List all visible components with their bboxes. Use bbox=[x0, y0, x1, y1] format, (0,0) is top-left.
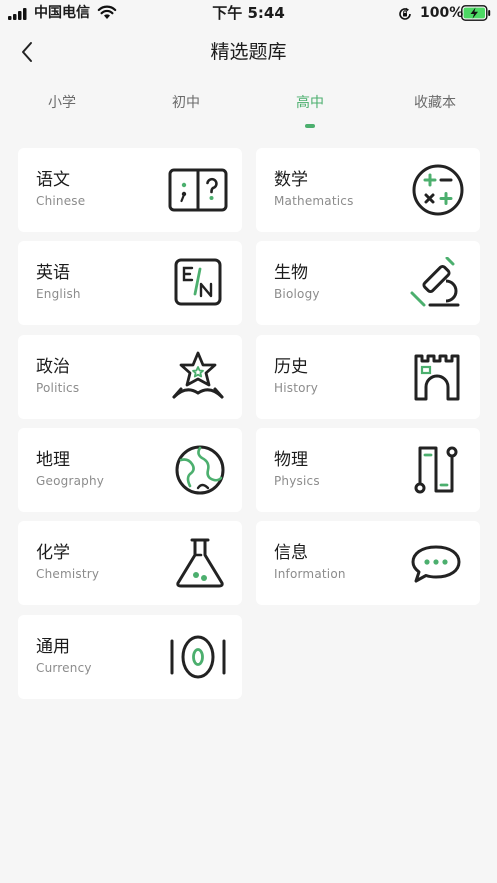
subject-name: 数学 bbox=[274, 170, 308, 190]
subject-english-name: Information bbox=[274, 567, 346, 581]
circuit-icon bbox=[414, 446, 458, 494]
tab-label: 小学 bbox=[48, 95, 76, 111]
coin-icon bbox=[170, 635, 226, 679]
tab-label: 高中 bbox=[296, 95, 324, 111]
level-tabs: 小学 初中 高中 收藏本 bbox=[0, 88, 497, 132]
subject-card-chemistry[interactable]: 化学 Chemistry bbox=[18, 521, 242, 605]
subject-card-politics[interactable]: 政治 Politics bbox=[18, 335, 242, 419]
star-emblem-icon bbox=[172, 351, 224, 399]
tab-favorites[interactable]: 收藏本 bbox=[373, 88, 497, 132]
subject-card-information[interactable]: 信息 Information bbox=[256, 521, 480, 605]
status-bar: 中国电信 下午 5:44 100% bbox=[0, 0, 497, 26]
battery-charging-icon bbox=[461, 5, 491, 21]
tab-primary[interactable]: 小学 bbox=[0, 88, 124, 132]
subject-english-name: Geography bbox=[36, 474, 105, 488]
tab-label: 初中 bbox=[172, 95, 200, 111]
tab-junior[interactable]: 初中 bbox=[124, 88, 248, 132]
subject-english-name: Biology bbox=[274, 287, 320, 301]
active-tab-indicator bbox=[305, 124, 315, 128]
chat-bubble-icon bbox=[411, 545, 461, 583]
english-card-icon bbox=[174, 258, 222, 306]
subject-english-name: Currency bbox=[36, 661, 92, 675]
globe-icon bbox=[175, 445, 225, 495]
subject-card-history[interactable]: 历史 History bbox=[256, 335, 480, 419]
subject-card-chinese[interactable]: 语文 Chinese bbox=[18, 148, 242, 232]
battery-percent: 100% bbox=[420, 5, 464, 21]
subject-card-biology[interactable]: 生物 Biology bbox=[256, 241, 480, 325]
subject-name: 生物 bbox=[274, 263, 308, 283]
page-title: 精选题库 bbox=[210, 41, 287, 63]
subject-name: 通用 bbox=[36, 637, 70, 657]
subject-english-name: Chinese bbox=[36, 194, 86, 208]
tab-label: 收藏本 bbox=[414, 95, 456, 111]
subject-english-name: Chemistry bbox=[36, 567, 100, 581]
subject-card-english[interactable]: 英语 English bbox=[18, 241, 242, 325]
subject-card-currency[interactable]: 通用 Currency bbox=[18, 615, 242, 699]
navigation-bar: 精选题库 bbox=[0, 30, 497, 74]
subject-name: 语文 bbox=[36, 170, 70, 190]
math-operators-icon bbox=[412, 164, 464, 216]
subject-english-name: History bbox=[274, 381, 319, 395]
tab-senior[interactable]: 高中 bbox=[248, 88, 372, 132]
subject-english-name: Physics bbox=[274, 474, 320, 488]
castle-gate-icon bbox=[414, 354, 460, 401]
flask-icon bbox=[176, 538, 224, 588]
book-icon bbox=[168, 168, 228, 212]
subject-card-physics[interactable]: 物理 Physics bbox=[256, 428, 480, 512]
subject-english-name: English bbox=[36, 287, 81, 301]
subject-card-mathematics[interactable]: 数学 Mathematics bbox=[256, 148, 480, 232]
subject-name: 化学 bbox=[36, 543, 70, 563]
subject-card-geography[interactable]: 地理 Geography bbox=[18, 428, 242, 512]
microscope-icon bbox=[410, 257, 460, 307]
subject-name: 信息 bbox=[274, 543, 308, 563]
subject-english-name: Politics bbox=[36, 381, 80, 395]
subject-name: 政治 bbox=[36, 357, 70, 377]
orientation-lock-icon bbox=[399, 7, 411, 20]
subject-english-name: Mathematics bbox=[274, 194, 354, 208]
subject-name: 物理 bbox=[274, 450, 308, 470]
subject-name: 历史 bbox=[274, 357, 308, 377]
subject-name: 英语 bbox=[36, 263, 70, 283]
subject-name: 地理 bbox=[36, 450, 70, 470]
